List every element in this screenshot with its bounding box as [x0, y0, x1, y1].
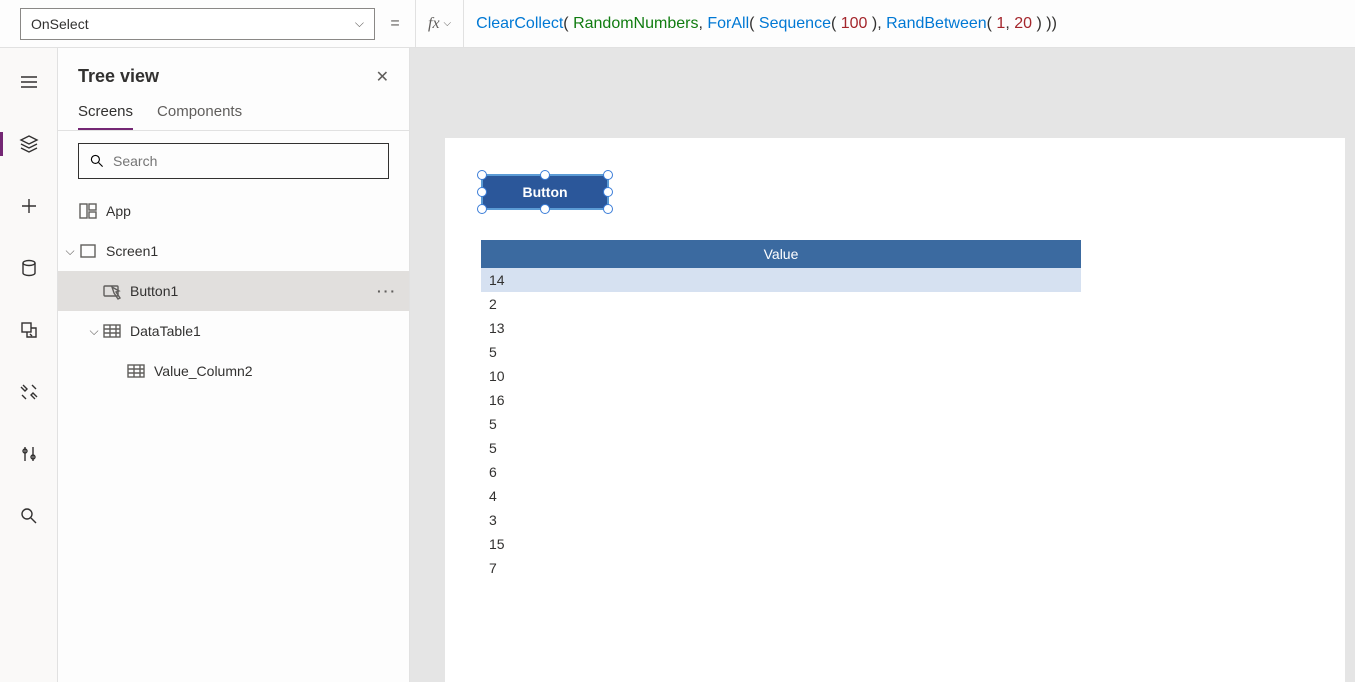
rail-hamburger[interactable]	[0, 66, 57, 98]
button-icon	[102, 281, 122, 301]
resize-handle[interactable]	[477, 187, 487, 197]
rail-tree-view[interactable]	[0, 128, 57, 160]
rail-insert[interactable]	[0, 190, 57, 222]
button-label: Button	[522, 184, 567, 200]
table-row[interactable]: 6	[481, 460, 1081, 484]
chevron-down-icon[interactable]: ⌵	[86, 324, 102, 339]
chevron-down-icon: ⌵	[355, 16, 364, 31]
tree-item-screen1[interactable]: ⌵ Screen1	[58, 231, 409, 271]
table-row[interactable]: 14	[481, 268, 1081, 292]
resize-handle[interactable]	[540, 204, 550, 214]
canvas-area: Button Value 142135101655643157	[410, 48, 1355, 682]
rail-settings[interactable]	[0, 438, 57, 470]
equals-label: =	[375, 15, 415, 33]
hamburger-icon	[19, 72, 39, 92]
tree-item-label: DataTable1	[130, 323, 201, 339]
plus-icon	[19, 196, 39, 216]
screen-canvas[interactable]: Button Value 142135101655643157	[445, 138, 1345, 682]
search-icon	[89, 153, 105, 169]
tree-view-panel: Tree view ✕ Screens Components App ⌵	[58, 48, 410, 682]
tree-item-label: Value_Column2	[154, 363, 253, 379]
formula-bar: OnSelect ⌵ = fx ⌵ ClearCollect( RandomNu…	[0, 0, 1355, 48]
search-icon	[19, 506, 39, 526]
table-row[interactable]: 3	[481, 508, 1081, 532]
tree-item-label: App	[106, 203, 131, 219]
sliders-icon	[19, 444, 39, 464]
table-row[interactable]: 5	[481, 412, 1081, 436]
canvas-button[interactable]: Button	[481, 174, 609, 210]
resize-handle[interactable]	[540, 170, 550, 180]
rail-advanced[interactable]	[0, 376, 57, 408]
table-header[interactable]: Value	[481, 240, 1081, 268]
tab-components[interactable]: Components	[157, 95, 242, 130]
tree-item-label: Button1	[130, 283, 178, 299]
rail-search[interactable]	[0, 500, 57, 532]
table-row[interactable]: 10	[481, 364, 1081, 388]
tab-screens[interactable]: Screens	[78, 95, 133, 130]
tree-item-app[interactable]: App	[58, 191, 409, 231]
resize-handle[interactable]	[603, 204, 613, 214]
table-row[interactable]: 15	[481, 532, 1081, 556]
rail-media[interactable]	[0, 314, 57, 346]
rail-data[interactable]	[0, 252, 57, 284]
canvas-datatable[interactable]: Value 142135101655643157	[481, 240, 1081, 580]
property-label: OnSelect	[31, 16, 89, 32]
left-rail	[0, 48, 58, 682]
table-row[interactable]: 16	[481, 388, 1081, 412]
table-row[interactable]: 7	[481, 556, 1081, 580]
chevron-down-icon: ⌵	[444, 18, 452, 29]
fx-button[interactable]: fx ⌵	[415, 0, 464, 47]
screen-icon	[78, 241, 98, 261]
table-row[interactable]: 4	[481, 484, 1081, 508]
table-icon	[102, 321, 122, 341]
resize-handle[interactable]	[477, 170, 487, 180]
formula-input[interactable]: ClearCollect( RandomNumbers, ForAll( Seq…	[464, 0, 1355, 47]
resize-handle[interactable]	[603, 187, 613, 197]
table-row[interactable]: 5	[481, 340, 1081, 364]
more-icon[interactable]: ···	[377, 283, 397, 299]
search-input[interactable]	[78, 143, 389, 179]
property-dropdown[interactable]: OnSelect ⌵	[20, 8, 375, 40]
tree-item-label: Screen1	[106, 243, 158, 259]
database-icon	[19, 258, 39, 278]
tools-icon	[19, 382, 39, 402]
resize-handle[interactable]	[603, 170, 613, 180]
chevron-down-icon[interactable]: ⌵	[62, 244, 78, 259]
tree-item-datatable1[interactable]: ⌵ DataTable1	[58, 311, 409, 351]
table-row[interactable]: 2	[481, 292, 1081, 316]
close-icon[interactable]: ✕	[376, 67, 389, 87]
search-field[interactable]	[113, 153, 378, 169]
layers-icon	[19, 134, 39, 154]
table-row[interactable]: 13	[481, 316, 1081, 340]
media-icon	[19, 320, 39, 340]
table-row[interactable]: 5	[481, 436, 1081, 460]
column-icon	[126, 361, 146, 381]
app-icon	[78, 201, 98, 221]
tree-item-button1[interactable]: Button1 ···	[58, 271, 409, 311]
fx-icon: fx	[428, 15, 440, 33]
tree-item-valuecolumn[interactable]: Value_Column2	[58, 351, 409, 391]
tree-title: Tree view	[78, 66, 159, 87]
resize-handle[interactable]	[477, 204, 487, 214]
